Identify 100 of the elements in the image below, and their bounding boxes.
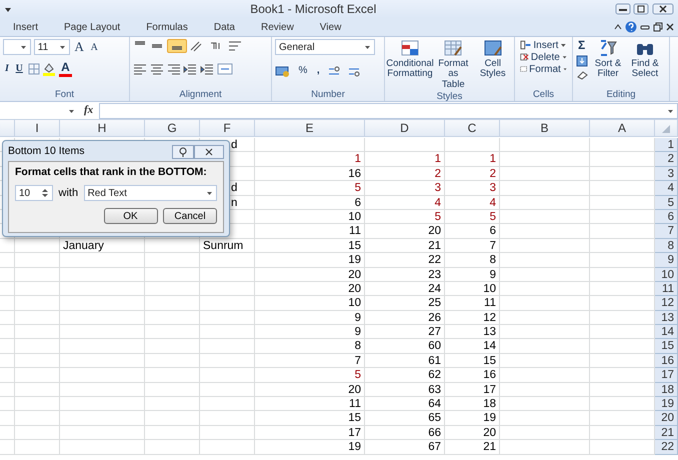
row-header[interactable]: 20 — [655, 411, 678, 426]
minimize-icon[interactable] — [614, 3, 630, 15]
empty-cell[interactable] — [0, 268, 15, 282]
empty-cell[interactable] — [0, 339, 15, 354]
empty-cell[interactable] — [60, 268, 145, 282]
cells-menu-button[interactable]: Format — [518, 63, 569, 75]
empty-cell[interactable] — [500, 253, 590, 268]
column-header[interactable]: C — [445, 120, 500, 137]
empty-cell[interactable] — [145, 426, 200, 440]
currency-icon[interactable] — [275, 64, 291, 78]
empty-cell[interactable] — [0, 426, 15, 440]
font-size-field[interactable]: 11 — [34, 39, 70, 55]
empty-cell[interactable] — [500, 354, 590, 368]
empty-cell[interactable] — [145, 440, 200, 455]
dropdown-icon[interactable] — [4, 5, 12, 13]
merge-cells-icon[interactable] — [216, 62, 233, 76]
ok-button[interactable]: OK — [104, 208, 158, 224]
empty-cell[interactable] — [0, 382, 15, 398]
row-header[interactable]: 15 — [655, 339, 678, 354]
row-header[interactable]: 11 — [655, 282, 678, 296]
ribbon-tab[interactable]: Page Layout — [51, 20, 134, 34]
percent-button[interactable]: % — [296, 65, 310, 76]
close-icon[interactable] — [665, 22, 676, 32]
row-header[interactable]: 7 — [655, 224, 678, 239]
empty-cell[interactable] — [200, 411, 255, 426]
empty-cell[interactable] — [60, 440, 145, 455]
number-format-field[interactable]: General — [275, 39, 375, 55]
empty-cell[interactable] — [365, 138, 445, 152]
row-header[interactable]: 16 — [655, 354, 678, 368]
empty-cell[interactable] — [500, 238, 590, 254]
empty-cell[interactable] — [200, 325, 255, 340]
underline-button[interactable]: U — [14, 63, 25, 74]
autosum-button[interactable]: Σ — [576, 39, 588, 52]
empty-cell[interactable] — [500, 282, 590, 296]
column-header[interactable]: I — [15, 120, 60, 137]
empty-cell[interactable] — [15, 411, 60, 426]
empty-cell[interactable] — [500, 397, 590, 412]
empty-cell[interactable] — [0, 411, 15, 426]
column-header[interactable] — [0, 120, 15, 137]
minimize-icon[interactable] — [640, 23, 650, 31]
empty-cell[interactable] — [15, 296, 60, 311]
empty-cell[interactable] — [15, 325, 60, 340]
empty-cell[interactable] — [500, 382, 590, 398]
empty-cell[interactable] — [500, 138, 590, 152]
empty-cell[interactable] — [500, 224, 590, 239]
ribbon-tab[interactable]: Review — [248, 20, 307, 34]
row-header[interactable]: 22 — [655, 440, 678, 455]
ribbon-tab[interactable]: Insert — [0, 20, 52, 34]
cell-styles-button[interactable]: Cell Styles — [474, 39, 511, 90]
select-all-corner[interactable] — [655, 120, 678, 137]
empty-cell[interactable] — [0, 325, 15, 340]
empty-cell[interactable] — [500, 325, 590, 340]
empty-cell[interactable] — [500, 310, 590, 326]
cells-menu-button[interactable]: Insert — [518, 39, 569, 51]
empty-cell[interactable] — [500, 339, 590, 354]
empty-cell[interactable] — [200, 368, 255, 383]
row-header[interactable]: 2 — [655, 152, 678, 167]
empty-cell[interactable] — [60, 368, 145, 383]
empty-cell[interactable] — [15, 382, 60, 398]
empty-cell[interactable] — [500, 210, 590, 224]
empty-cell[interactable] — [500, 268, 590, 282]
wrap-text-icon[interactable] — [226, 39, 243, 53]
empty-cell[interactable] — [500, 411, 590, 426]
empty-cell[interactable] — [145, 339, 200, 354]
empty-cell[interactable] — [0, 282, 15, 296]
column-header[interactable]: F — [200, 120, 255, 137]
empty-cell[interactable] — [145, 282, 200, 296]
column-header[interactable]: A — [590, 120, 655, 137]
increase-indent-icon[interactable] — [200, 62, 214, 74]
row-header[interactable]: 1 — [655, 138, 678, 152]
empty-cell[interactable] — [145, 397, 200, 412]
decrease-indent-icon[interactable] — [183, 62, 198, 74]
eraser-icon[interactable] — [576, 70, 588, 80]
empty-cell[interactable] — [200, 296, 255, 311]
empty-cell[interactable] — [200, 268, 255, 282]
empty-cell[interactable] — [0, 296, 15, 311]
empty-cell[interactable] — [15, 440, 60, 455]
bottom-align-button[interactable] — [166, 39, 186, 53]
empty-cell[interactable] — [145, 238, 200, 254]
row-header[interactable]: 8 — [655, 238, 678, 254]
empty-cell[interactable] — [200, 397, 255, 412]
align-center-icon[interactable] — [150, 62, 164, 74]
empty-cell[interactable] — [500, 152, 590, 167]
cells-menu-button[interactable]: Delete — [518, 51, 569, 63]
empty-cell[interactable] — [500, 166, 590, 182]
align-left-icon[interactable] — [133, 62, 147, 74]
empty-cell[interactable] — [0, 310, 15, 326]
borders-icon[interactable] — [28, 62, 40, 75]
row-header[interactable]: 9 — [655, 253, 678, 268]
column-header[interactable]: H — [60, 120, 145, 137]
empty-cell[interactable] — [255, 138, 365, 152]
column-header[interactable]: E — [255, 120, 365, 137]
conditional-formatting-button[interactable]: Conditional Formatting — [388, 39, 432, 90]
chevron-up-icon[interactable] — [614, 23, 622, 31]
column-header[interactable]: B — [500, 120, 590, 137]
format-as-table-button[interactable]: Format as Table — [435, 39, 472, 90]
ribbon-tab[interactable]: Data — [200, 20, 248, 34]
close-button[interactable] — [194, 145, 224, 159]
empty-cell[interactable] — [145, 296, 200, 311]
empty-cell[interactable] — [145, 368, 200, 383]
